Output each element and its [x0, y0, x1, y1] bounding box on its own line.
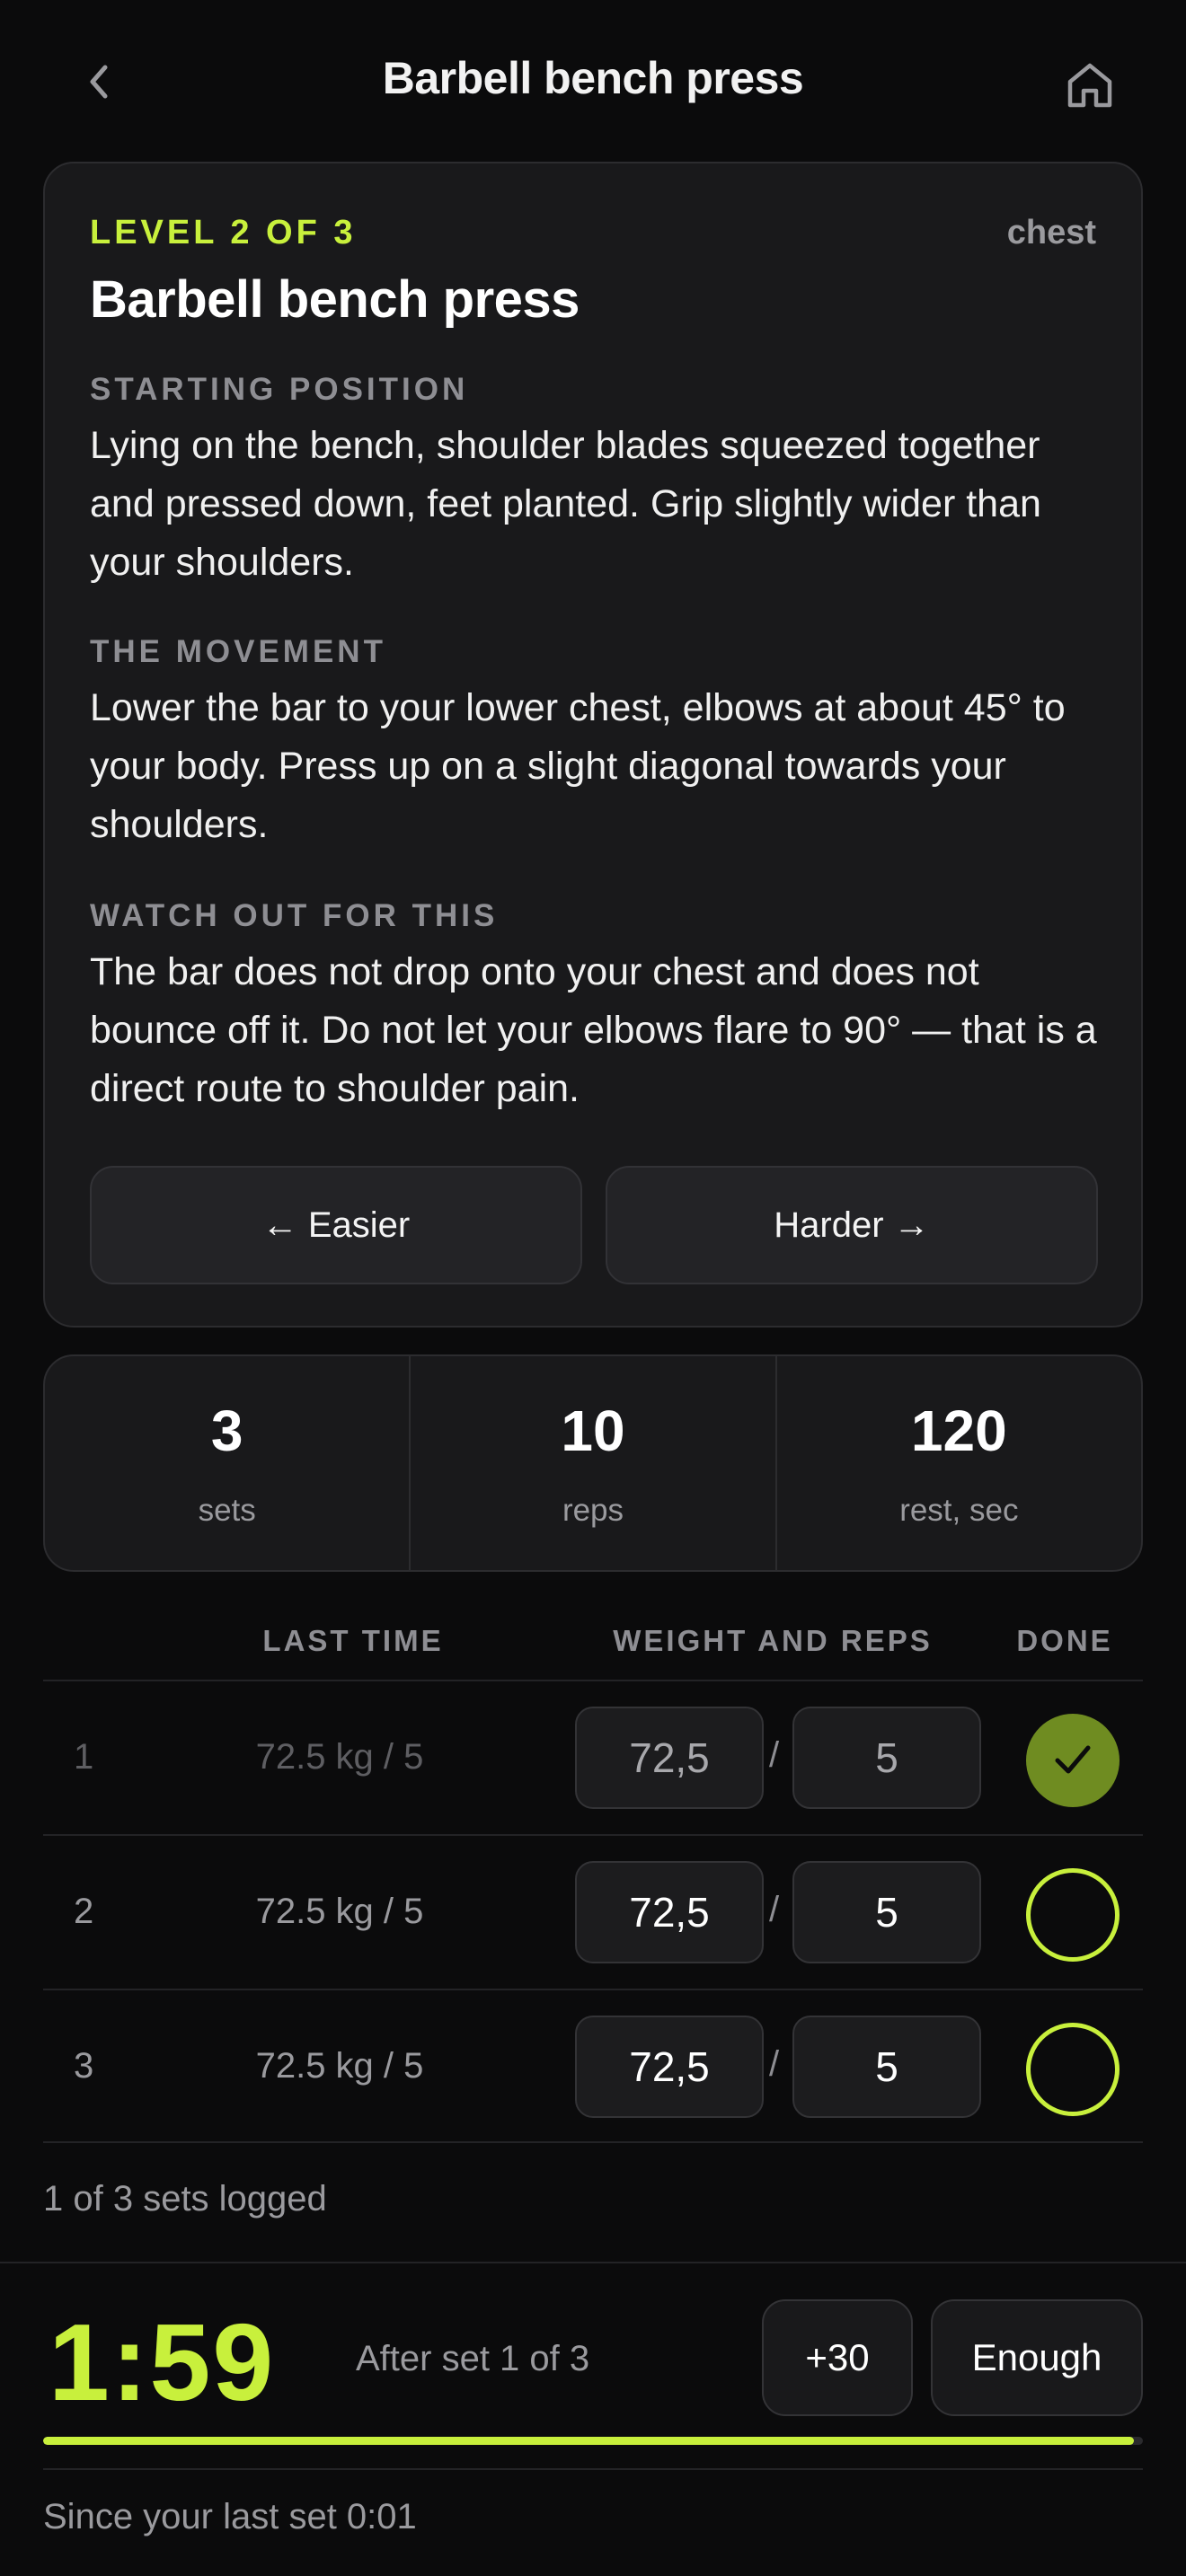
stat-label: sets [198, 1493, 256, 1528]
set-number: 2 [74, 1892, 94, 1931]
easier-button[interactable]: ← Easier [90, 1166, 582, 1284]
checkmark-icon [1055, 1745, 1091, 1774]
stat-label: reps [562, 1493, 624, 1528]
section-text-starting-position: Lying on the bench, shoulder blades sque… [90, 424, 1041, 584]
top-bar: Barbell bench press [0, 0, 1186, 162]
sets-logged-status: 1 of 3 sets logged [43, 2179, 327, 2219]
column-header-weight-reps: WEIGHT AND REPS [613, 1624, 933, 1657]
column-header-last-time: LAST TIME [262, 1624, 444, 1657]
section-label-movement: THE MOVEMENT [90, 634, 386, 669]
reps-input[interactable]: 5 [792, 1707, 981, 1809]
workout-screen: Barbell bench press LEVEL 2 OF 3 chest B… [0, 0, 1186, 2576]
section-text-movement: Lower the bar to your lower chest, elbow… [90, 686, 1066, 846]
stat-reps: 10 reps [409, 1356, 774, 1570]
weight-input[interactable]: 72,5 [575, 2016, 764, 2118]
rest-progress-bar [43, 2437, 1143, 2445]
rest-timer: 1:59 [49, 2301, 276, 2423]
stat-rest: 120 rest, sec [774, 1356, 1141, 1570]
page-title: Barbell bench press [382, 53, 804, 103]
reps-input[interactable]: 5 [792, 2016, 981, 2118]
set-row-3: 3 72.5 kg / 5 72,5 / 5 [43, 1989, 1143, 2143]
weight-input[interactable]: 72,5 [575, 1861, 764, 1963]
set-number: 1 [74, 1737, 94, 1777]
last-time-value: 72.5 kg / 5 [255, 2046, 424, 2086]
done-toggle[interactable] [1026, 1714, 1120, 1807]
stat-sets: 3 sets [45, 1356, 409, 1570]
home-button[interactable] [1057, 52, 1123, 119]
set-row-2: 2 72.5 kg / 5 72,5 / 5 [43, 1834, 1143, 1989]
harder-button[interactable]: Harder → [606, 1166, 1098, 1284]
section-label-watch-out: WATCH OUT FOR THIS [90, 898, 499, 933]
add-30-seconds-button[interactable]: +30 [762, 2299, 913, 2416]
exercise-stats: 3 sets 10 reps 120 rest, sec [43, 1354, 1143, 1572]
timer-subtitle: After set 1 of 3 [356, 2339, 590, 2378]
home-icon [1067, 63, 1112, 108]
section-text-watch-out: The bar does not drop onto your chest an… [90, 950, 1097, 1110]
stat-label: rest, sec [899, 1493, 1019, 1528]
section-label-starting-position: STARTING POSITION [90, 372, 469, 407]
muscle-group-label: chest [1006, 214, 1096, 251]
stat-value: 3 [210, 1398, 243, 1463]
weight-reps-separator: / [769, 2044, 780, 2084]
reps-input[interactable]: 5 [792, 1861, 981, 1963]
enough-button[interactable]: Enough [931, 2299, 1143, 2416]
exercise-card: LEVEL 2 OF 3 chest Barbell bench press S… [43, 162, 1143, 1328]
set-number: 3 [74, 2046, 94, 2086]
weight-reps-separator: / [769, 1890, 780, 1929]
since-last-set: Since your last set 0:01 [43, 2497, 417, 2536]
divider [0, 2262, 1186, 2263]
stat-value: 120 [910, 1398, 1007, 1463]
weight-input[interactable]: 72,5 [575, 1707, 764, 1809]
last-time-value: 72.5 kg / 5 [255, 1892, 424, 1931]
done-toggle[interactable] [1026, 2023, 1120, 2116]
divider [43, 2468, 1143, 2470]
stat-value: 10 [561, 1398, 625, 1463]
done-toggle[interactable] [1026, 1868, 1120, 1962]
set-row-1: 1 72.5 kg / 5 72,5 / 5 [43, 1680, 1143, 1834]
column-header-done: DONE [1016, 1624, 1113, 1657]
level-label: LEVEL 2 OF 3 [90, 214, 357, 251]
exercise-title: Barbell bench press [90, 270, 580, 329]
rest-progress-fill [43, 2437, 1135, 2445]
weight-reps-separator: / [769, 1735, 780, 1775]
last-time-value: 72.5 kg / 5 [255, 1737, 424, 1777]
